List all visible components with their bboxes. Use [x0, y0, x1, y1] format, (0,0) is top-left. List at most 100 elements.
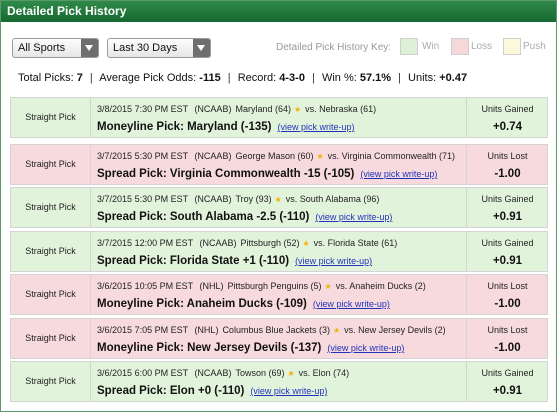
- pick-info: 3/6/2015 7:05 PM EST (NHL) Columbus Blue …: [97, 319, 467, 358]
- separator: |: [398, 72, 401, 84]
- units-result-label: Units Lost: [487, 281, 528, 291]
- pick-text: Spread Pick: Florida State +1 (-110): [97, 255, 290, 267]
- game-time: 7:30 PM EST: [134, 104, 188, 114]
- team-one: Columbus Blue Jackets (3): [222, 325, 330, 335]
- pick-info: 3/8/2015 7:30 PM EST (NCAAB) Maryland (64…: [97, 98, 467, 137]
- league: (NHL): [199, 281, 224, 291]
- star-icon: ★: [274, 195, 282, 204]
- total-picks-label: Total Picks:: [18, 72, 74, 84]
- filter-bar: All Sports Last 30 Days Detailed Pick Hi…: [12, 38, 548, 58]
- game-meta: 3/7/2015 5:30 PM EST (NCAAB) George Mason…: [97, 151, 455, 162]
- pick-row: Straight Pick 3/6/2015 10:05 PM EST (NHL…: [10, 274, 548, 315]
- history-key-label: Detailed Pick History Key:: [276, 42, 392, 53]
- team-two: vs. Nebraska (61): [305, 104, 377, 114]
- pick-type: Straight Pick: [11, 319, 91, 358]
- game-date: 3/6/2015: [97, 368, 133, 378]
- pick-info: 3/7/2015 5:30 PM EST (NCAAB) George Mason…: [97, 145, 467, 184]
- units-result-label: Units Lost: [487, 325, 528, 335]
- pick-result: Units Gained +0.91: [466, 232, 547, 271]
- game-meta: 3/7/2015 5:30 PM EST (NCAAB) Troy (93) ★ vs…: [97, 194, 379, 205]
- pick-row: Straight Pick 3/7/2015 5:30 PM EST (NCAA…: [10, 144, 548, 185]
- star-icon: ★: [316, 152, 324, 161]
- summary-line: Total Picks: 7 | Average Pick Odds: -115…: [18, 71, 467, 85]
- game-meta: 3/8/2015 7:30 PM EST (NCAAB) Maryland (64…: [97, 104, 376, 115]
- team-one: George Mason (60): [235, 151, 314, 161]
- period-select[interactable]: Last 30 Days: [107, 38, 211, 58]
- pick-text: Moneyline Pick: Maryland (-135): [97, 121, 272, 133]
- game-date: 3/8/2015: [97, 104, 133, 114]
- view-writeup-link[interactable]: (view pick write-up): [277, 122, 354, 132]
- view-writeup-link[interactable]: (view pick write-up): [360, 169, 437, 179]
- pick-type: Straight Pick: [11, 188, 91, 227]
- pick-headline: Moneyline Pick: Maryland (-135) (view pic…: [97, 120, 354, 134]
- game-time: 7:05 PM EST: [134, 325, 188, 335]
- star-icon: ★: [332, 326, 341, 335]
- game-date: 3/6/2015: [97, 325, 133, 335]
- pick-info: 3/6/2015 6:00 PM EST (NCAAB) Towson (69) ★…: [97, 362, 467, 401]
- game-time: 5:30 PM EST: [134, 151, 188, 161]
- pick-type: Straight Pick: [11, 232, 91, 271]
- star-icon: ★: [293, 105, 302, 114]
- pick-headline: Moneyline Pick: New Jersey Devils (-137)…: [97, 341, 404, 355]
- view-writeup-link[interactable]: (view pick write-up): [250, 386, 327, 396]
- view-writeup-link[interactable]: (view pick write-up): [315, 212, 392, 222]
- win-swatch: [400, 38, 418, 55]
- view-writeup-link[interactable]: (view pick write-up): [313, 299, 390, 309]
- total-picks-value: 7: [76, 72, 83, 84]
- game-date: 3/7/2015: [97, 238, 133, 248]
- pick-text: Spread Pick: Virginia Commonwealth -15 (…: [97, 168, 355, 180]
- win-pct-label: Win %:: [321, 72, 357, 84]
- pick-headline: Spread Pick: Elon +0 (-110) (view pick wr…: [97, 384, 327, 398]
- star-icon: ★: [287, 369, 295, 378]
- separator: |: [227, 72, 231, 84]
- league: (NCAAB): [194, 151, 232, 161]
- game-time: 10:05 PM EST: [134, 281, 193, 291]
- pick-row: Straight Pick 3/7/2015 5:30 PM EST (NCAA…: [10, 187, 548, 228]
- team-two: vs. Florida State (61): [313, 238, 398, 248]
- separator: |: [312, 72, 315, 84]
- units-result-value: -1.00: [494, 168, 521, 180]
- league: (NCAAB): [194, 104, 232, 114]
- pick-result: Units Gained +0.74: [466, 98, 547, 137]
- units-result-value: +0.91: [492, 211, 523, 223]
- units-result-label: Units Gained: [481, 104, 534, 114]
- units-result-value: +0.91: [492, 255, 523, 267]
- record-value: 4-3-0: [279, 72, 305, 84]
- pick-text: Spread Pick: South Alabama -2.5 (-110): [97, 211, 310, 223]
- period-select-value: Last 30 Days: [113, 42, 178, 54]
- units-result-label: Units Lost: [487, 151, 528, 161]
- game-date: 3/7/2015: [97, 151, 133, 161]
- sport-select-value: All Sports: [18, 42, 66, 54]
- league: (NCAAB): [194, 368, 232, 378]
- units-result-label: Units Gained: [481, 194, 534, 204]
- pick-text: Moneyline Pick: New Jersey Devils (-137): [97, 342, 322, 354]
- pick-headline: Spread Pick: Florida State +1 (-110) (vie…: [97, 254, 372, 268]
- team-one: Troy (93): [235, 194, 272, 204]
- average-odds-label: Average Pick Odds:: [99, 72, 197, 84]
- pick-result: Units Lost -1.00: [466, 145, 547, 184]
- game-date: 3/6/2015: [97, 281, 133, 291]
- sport-select[interactable]: All Sports: [12, 38, 99, 58]
- pick-headline: Moneyline Pick: Anaheim Ducks (-109) (vie…: [97, 297, 390, 311]
- team-one: Towson (69): [235, 368, 285, 378]
- pick-type: Straight Pick: [11, 362, 91, 401]
- chevron-down-icon: [193, 39, 210, 57]
- win-key-label: Win: [422, 41, 440, 52]
- pick-result: Units Gained +0.91: [466, 188, 547, 227]
- separator: |: [89, 72, 93, 84]
- view-writeup-link[interactable]: (view pick write-up): [295, 256, 372, 266]
- game-time: 6:00 PM EST: [134, 368, 188, 378]
- team-two: vs. New Jersey Devils (2): [344, 325, 446, 335]
- pick-info: 3/7/2015 12:00 PM EST (NCAAB) Pittsburgh …: [97, 232, 467, 271]
- pick-text: Moneyline Pick: Anaheim Ducks (-109): [97, 298, 307, 310]
- game-meta: 3/6/2015 7:05 PM EST (NHL) Columbus Blue …: [97, 325, 446, 336]
- pick-row: Straight Pick 3/6/2015 7:05 PM EST (NHL)…: [10, 318, 548, 359]
- game-meta: 3/6/2015 10:05 PM EST (NHL) Pittsburgh Pe…: [97, 281, 426, 292]
- units-label: Units:: [408, 72, 437, 84]
- loss-key-label: Loss: [471, 41, 493, 52]
- view-writeup-link[interactable]: (view pick write-up): [327, 343, 404, 353]
- star-icon: ★: [302, 239, 310, 248]
- units-value: +0.47: [439, 72, 468, 84]
- pick-type: Straight Pick: [11, 145, 91, 184]
- league: (NCAAB): [199, 238, 237, 248]
